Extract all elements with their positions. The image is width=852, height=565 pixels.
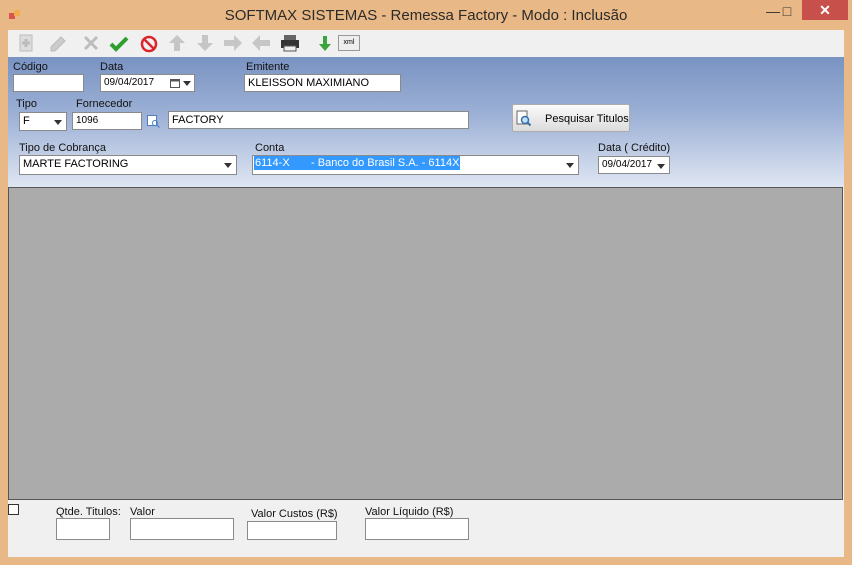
conta-selected-value: 6114-X - Banco do Brasil S.A. - 6114X bbox=[254, 156, 461, 170]
fornecedor-code-input[interactable]: 1096 bbox=[72, 112, 142, 130]
data-credito-datepicker[interactable]: 09/04/2017 bbox=[598, 156, 670, 174]
qtde-titulos-label: Qtde. Titulos: bbox=[56, 506, 121, 518]
fornecedor-label: Fornecedor bbox=[76, 98, 133, 110]
data-label: Data bbox=[100, 61, 124, 73]
header-form: Código Data 09/04/2017 Emitente KLEISSON… bbox=[8, 57, 844, 187]
valor-liquido-label: Valor Líquido (R$) bbox=[365, 506, 454, 518]
window-title: SOFTMAX SISTEMAS - Remessa Factory - Mod… bbox=[224, 7, 628, 24]
select-all-checkbox[interactable] bbox=[8, 504, 19, 515]
delete-icon[interactable] bbox=[80, 33, 102, 53]
toolbar: xml bbox=[8, 30, 844, 58]
valor-liquido-field bbox=[365, 518, 469, 540]
fornecedor-name-input[interactable]: FACTORY bbox=[168, 111, 469, 129]
pesquisar-titulos-label: Pesquisar Titulos bbox=[545, 113, 629, 125]
codigo-input[interactable] bbox=[13, 74, 84, 92]
chevron-down-icon[interactable] bbox=[183, 81, 191, 86]
totals-footer: Qtde. Titulos: Valor Valor Custos (R$) V… bbox=[8, 500, 844, 557]
valor-custos-field bbox=[247, 521, 337, 540]
maximize-button[interactable]: □ bbox=[772, 0, 802, 22]
valor-custos-label: Valor Custos (R$) bbox=[251, 508, 338, 520]
tipo-cobranca-label: Tipo de Cobrança bbox=[19, 142, 107, 154]
search-fornecedor-icon[interactable] bbox=[147, 115, 160, 128]
qtde-titulos-field bbox=[56, 518, 110, 540]
arrow-down-icon[interactable] bbox=[194, 33, 216, 53]
data-value: 09/04/2017 bbox=[104, 77, 155, 88]
confirm-icon[interactable] bbox=[108, 33, 130, 53]
emitente-label: Emitente bbox=[246, 61, 290, 73]
codigo-label: Código bbox=[13, 61, 48, 73]
tipo-cobranca-select[interactable]: MARTE FACTORING bbox=[19, 155, 237, 175]
edit-icon[interactable] bbox=[48, 33, 70, 53]
conta-label: Conta bbox=[255, 142, 285, 154]
tipo-label: Tipo bbox=[16, 98, 37, 110]
valor-field bbox=[130, 518, 234, 540]
arrow-right-icon[interactable] bbox=[222, 33, 244, 53]
arrow-up-icon[interactable] bbox=[166, 33, 188, 53]
data-credito-label: Data ( Crédito) bbox=[598, 142, 671, 154]
data-datepicker[interactable]: 09/04/2017 bbox=[100, 74, 195, 92]
calendar-icon[interactable] bbox=[170, 78, 180, 88]
download-icon[interactable] bbox=[314, 33, 336, 53]
print-icon[interactable] bbox=[279, 33, 301, 53]
search-document-icon bbox=[516, 110, 532, 127]
arrow-left-icon[interactable] bbox=[250, 33, 272, 53]
emitente-input[interactable]: KLEISSON MAXIMIANO bbox=[244, 74, 401, 92]
conta-select[interactable]: 6114-X - Banco do Brasil S.A. - 6114X bbox=[252, 155, 579, 175]
pesquisar-titulos-button[interactable]: Pesquisar Titulos bbox=[512, 104, 630, 132]
xml-export-icon[interactable]: xml bbox=[338, 35, 360, 51]
valor-label: Valor bbox=[130, 506, 155, 518]
new-record-icon[interactable] bbox=[16, 33, 38, 53]
close-button[interactable]: ✕ bbox=[802, 0, 848, 20]
main-window: SOFTMAX SISTEMAS - Remessa Factory - Mod… bbox=[0, 0, 852, 565]
tipo-select[interactable]: F bbox=[19, 112, 67, 131]
titles-grid[interactable] bbox=[8, 187, 843, 500]
cancel-icon[interactable] bbox=[138, 33, 160, 53]
title-bar[interactable]: SOFTMAX SISTEMAS - Remessa Factory - Mod… bbox=[0, 0, 852, 30]
client-area: xml Código Data 09/04/2017 Emitente KLEI… bbox=[8, 30, 844, 557]
